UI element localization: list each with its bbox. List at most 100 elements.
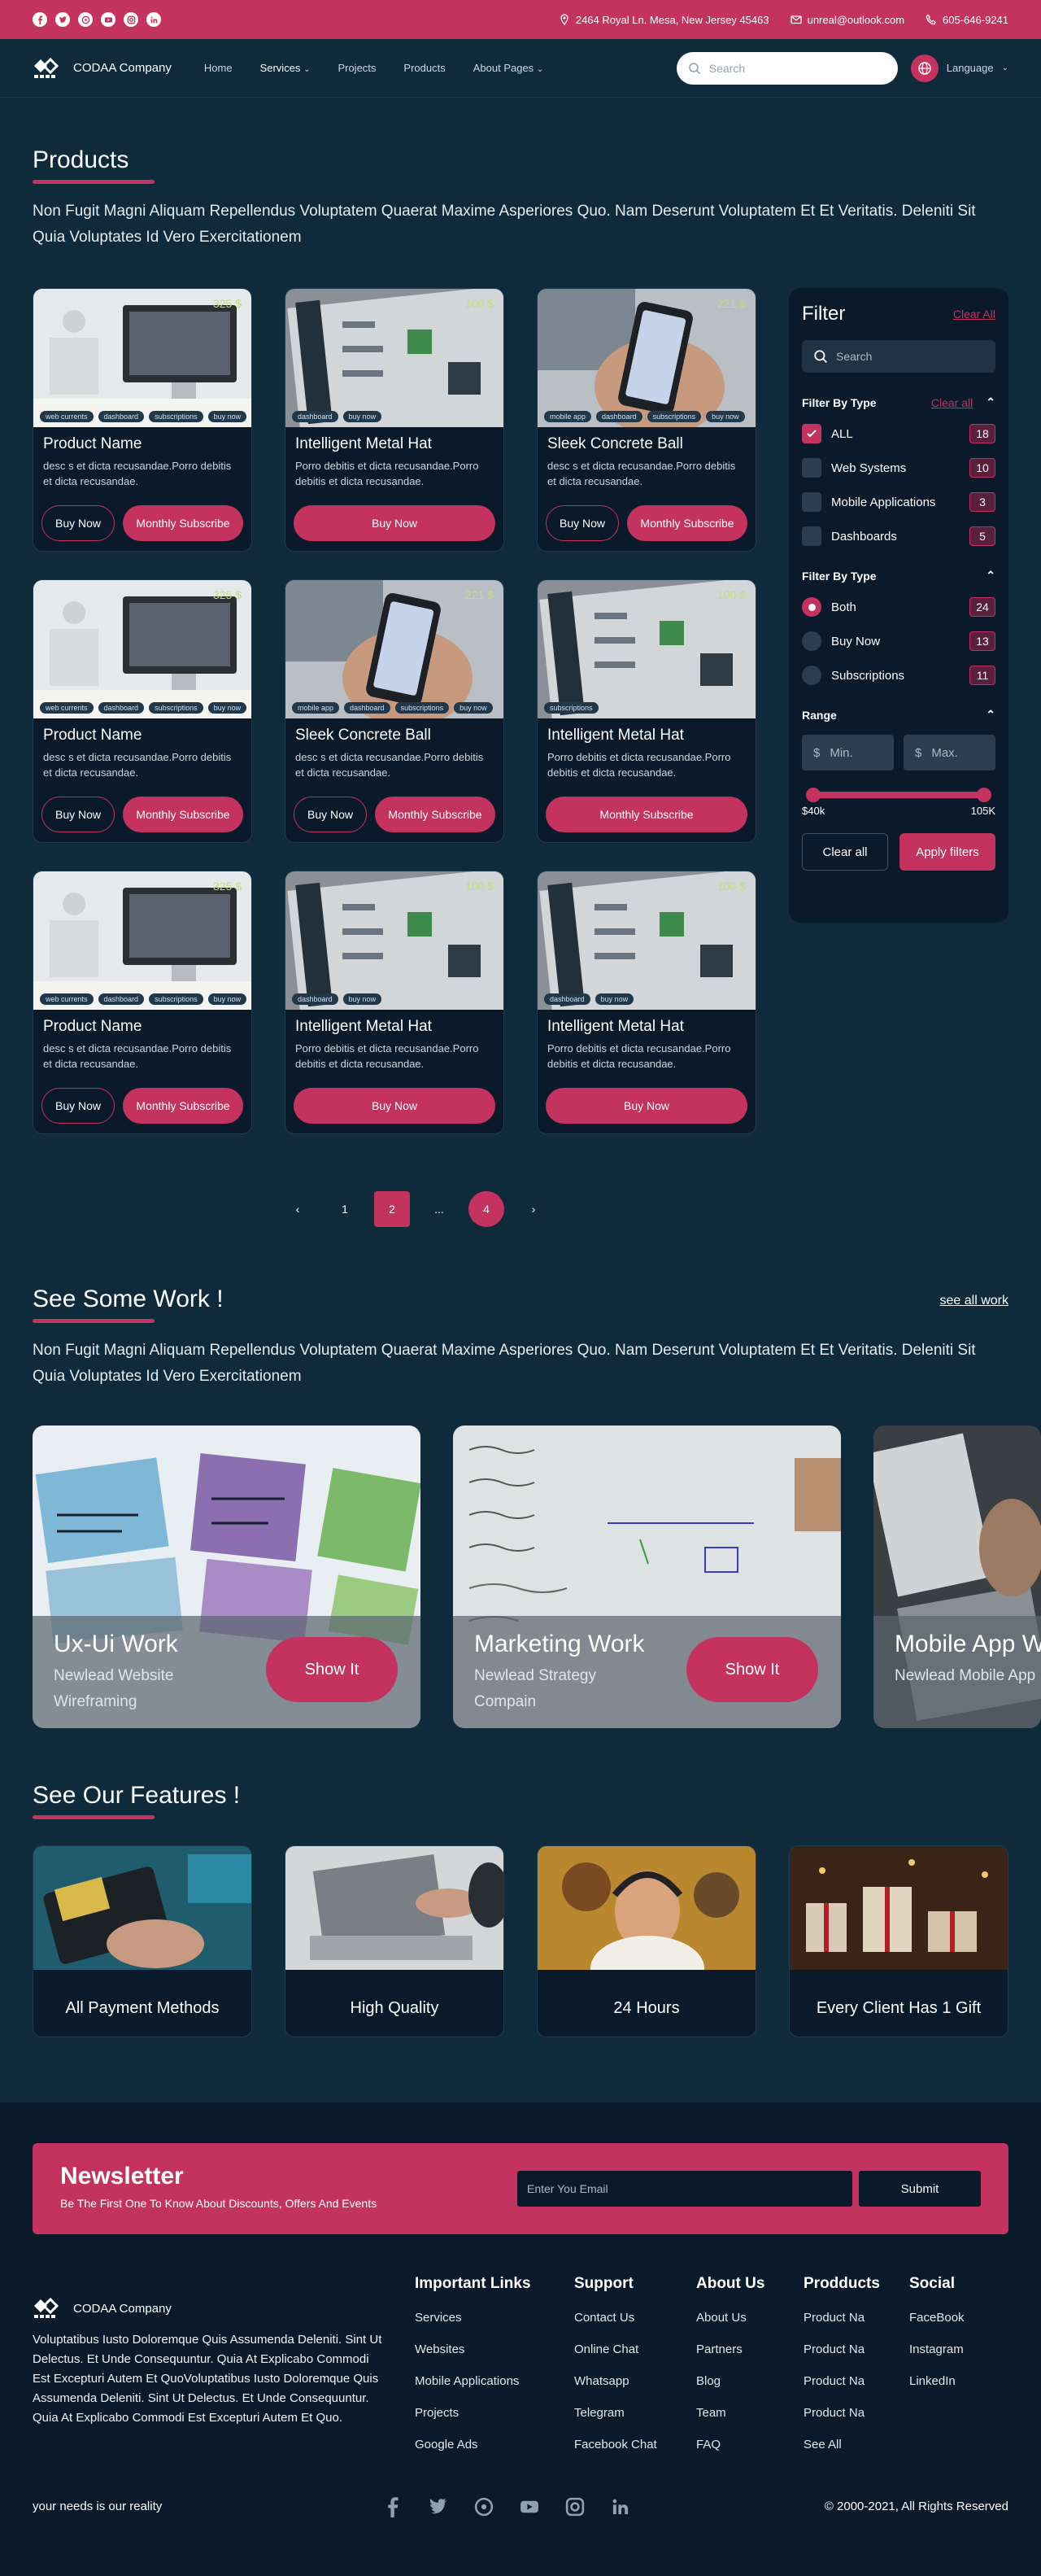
- product-tag[interactable]: buy now: [595, 993, 634, 1005]
- twitter-icon[interactable]: [55, 12, 70, 27]
- product-card[interactable]: 325 $ web currents dashboard subscriptions…: [33, 871, 252, 1134]
- product-tag[interactable]: dashboard: [292, 411, 338, 422]
- price-range-slider[interactable]: [806, 788, 991, 802]
- apply-filters-button[interactable]: Apply filters: [899, 833, 995, 871]
- next-page-button[interactable]: ›: [516, 1191, 551, 1227]
- product-tag[interactable]: dashboard: [98, 702, 145, 714]
- clear-all-link[interactable]: Clear All: [953, 308, 995, 321]
- company-logo[interactable]: CODAA Company: [33, 57, 172, 79]
- chevron-up-icon[interactable]: ⌃: [986, 569, 995, 583]
- footer-link[interactable]: Facebook Chat: [574, 2438, 657, 2452]
- product-tag[interactable]: dashboard: [292, 993, 338, 1005]
- product-tag[interactable]: dashboard: [98, 411, 145, 422]
- filter-search-input[interactable]: Search: [802, 340, 995, 373]
- product-card[interactable]: 221 $ mobile app dashboard subscriptions bu…: [537, 288, 756, 552]
- buy-now-button[interactable]: Buy Now: [546, 1088, 747, 1124]
- footer-link[interactable]: Instagram: [909, 2342, 965, 2356]
- product-tag[interactable]: subscriptions: [149, 411, 203, 422]
- buy-now-button[interactable]: Buy Now: [41, 505, 115, 541]
- product-tag[interactable]: web currents: [40, 411, 94, 422]
- chevron-up-icon[interactable]: ⌃: [986, 395, 995, 409]
- product-tag[interactable]: buy now: [342, 993, 382, 1005]
- work-card[interactable]: Mobile App Work Newlead Mobile App: [873, 1426, 1041, 1728]
- feature-card[interactable]: Every Client Has 1 Gift: [789, 1845, 1008, 2037]
- product-tag[interactable]: dashboard: [544, 993, 590, 1005]
- nav-item-home[interactable]: Home: [204, 62, 233, 74]
- product-card[interactable]: 100 $ subscriptions Intelligent Metal Ha…: [537, 579, 756, 843]
- mode-option[interactable]: Both 24: [802, 597, 995, 617]
- product-card[interactable]: 100 $ dashboard buy now Intelligent Metal…: [285, 288, 504, 552]
- footer-link[interactable]: LinkedIn: [909, 2374, 965, 2388]
- product-tag[interactable]: buy now: [454, 702, 493, 714]
- buy-now-button[interactable]: Buy Now: [294, 797, 368, 832]
- work-card[interactable]: Marketing Work Newlead Strategy Compain …: [453, 1426, 841, 1728]
- checkbox[interactable]: [802, 458, 821, 478]
- feature-card[interactable]: 24 Hours: [537, 1845, 756, 2037]
- footer-link[interactable]: FAQ: [696, 2438, 764, 2452]
- product-tag[interactable]: mobile app: [544, 411, 592, 422]
- checkbox[interactable]: [802, 424, 821, 443]
- facebook-icon[interactable]: [382, 2496, 403, 2517]
- monthly-subscribe-button[interactable]: Monthly Subscribe: [123, 1088, 243, 1124]
- twitter-icon[interactable]: [428, 2496, 449, 2517]
- youtube-icon[interactable]: [101, 12, 115, 27]
- footer-link[interactable]: FaceBook: [909, 2311, 965, 2325]
- footer-link[interactable]: Online Chat: [574, 2342, 657, 2356]
- product-tag[interactable]: subscriptions: [149, 993, 203, 1005]
- product-tag[interactable]: buy now: [342, 411, 382, 422]
- footer-link[interactable]: Product Na: [804, 2374, 880, 2388]
- product-card[interactable]: 100 $ dashboard buy now Intelligent Metal…: [285, 871, 504, 1134]
- youtube-icon[interactable]: [519, 2496, 540, 2517]
- footer-link[interactable]: Projects: [415, 2406, 531, 2420]
- product-tag[interactable]: web currents: [40, 993, 94, 1005]
- nav-item-services[interactable]: Services ⌄: [260, 62, 311, 74]
- feature-card[interactable]: High Quality: [285, 1845, 504, 2037]
- whatsapp-icon[interactable]: [473, 2496, 494, 2517]
- radio-button[interactable]: [802, 631, 821, 651]
- footer-link[interactable]: Services: [415, 2311, 531, 2325]
- product-tag[interactable]: dashboard: [596, 411, 642, 422]
- product-card[interactable]: 221 $ mobile app dashboard subscriptions bu…: [285, 579, 504, 843]
- checkbox[interactable]: [802, 492, 821, 512]
- max-price-input[interactable]: $ Max.: [904, 735, 995, 771]
- buy-now-button[interactable]: Buy Now: [41, 797, 115, 832]
- newsletter-email-input[interactable]: Enter You Email: [517, 2171, 852, 2207]
- whatsapp-icon[interactable]: [78, 12, 93, 27]
- clear-filters-button[interactable]: Clear all: [802, 833, 888, 871]
- mode-option[interactable]: Buy Now 13: [802, 631, 995, 651]
- show-it-button[interactable]: Show It: [266, 1637, 398, 1702]
- footer-link[interactable]: Team: [696, 2406, 764, 2420]
- footer-logo[interactable]: CODAA Company: [33, 2298, 382, 2319]
- see-all-work-link[interactable]: see all work: [940, 1294, 1008, 1308]
- chevron-up-icon[interactable]: ⌃: [986, 708, 995, 722]
- product-tag[interactable]: buy now: [207, 702, 247, 714]
- footer-link[interactable]: See All: [804, 2438, 880, 2452]
- monthly-subscribe-button[interactable]: Monthly Subscribe: [123, 797, 243, 832]
- product-tag[interactable]: buy now: [207, 411, 247, 422]
- monthly-subscribe-button[interactable]: Monthly Subscribe: [546, 797, 747, 832]
- product-card[interactable]: 325 $ web currents dashboard subscriptions…: [33, 579, 252, 843]
- buy-now-button[interactable]: Buy Now: [294, 1088, 495, 1124]
- footer-link[interactable]: Mobile Applications: [415, 2374, 531, 2388]
- newsletter-submit-button[interactable]: Submit: [859, 2171, 981, 2207]
- linkedin-icon[interactable]: [146, 12, 161, 27]
- buy-now-button[interactable]: Buy Now: [41, 1088, 115, 1124]
- type-option[interactable]: Mobile Applications 3: [802, 492, 995, 512]
- type-option[interactable]: ALL 18: [802, 424, 995, 443]
- prev-page-button[interactable]: ‹: [280, 1191, 316, 1227]
- language-selector[interactable]: Language ⌄: [910, 54, 1008, 82]
- min-price-input[interactable]: $ Min.: [802, 735, 894, 771]
- search-input[interactable]: Search: [676, 51, 898, 85]
- mode-option[interactable]: Subscriptions 11: [802, 666, 995, 685]
- feature-card[interactable]: All Payment Methods: [33, 1845, 252, 2037]
- product-tag[interactable]: dashboard: [98, 993, 145, 1005]
- nav-item-projects[interactable]: Projects: [338, 62, 376, 74]
- page-2-button[interactable]: 2: [374, 1191, 410, 1227]
- product-tag[interactable]: buy now: [706, 411, 745, 422]
- page-1-button[interactable]: 1: [327, 1191, 363, 1227]
- type-option[interactable]: Web Systems 10: [802, 458, 995, 478]
- radio-button[interactable]: [802, 666, 821, 685]
- footer-link[interactable]: Partners: [696, 2342, 764, 2356]
- footer-link[interactable]: Product Na: [804, 2311, 880, 2325]
- nav-item-about-pages[interactable]: About Pages ⌄: [473, 62, 543, 74]
